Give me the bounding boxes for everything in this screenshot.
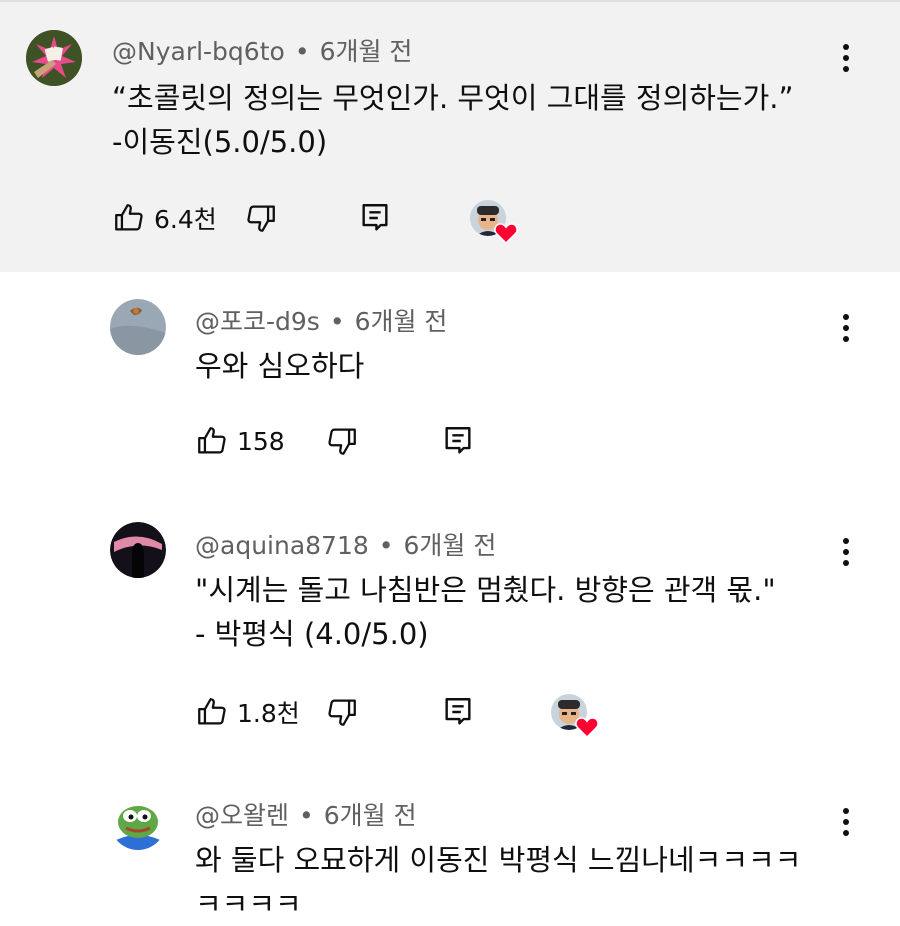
creator-heart-badge (470, 200, 518, 244)
comment-line: ㅋㅋㅋㅋ (195, 887, 302, 921)
comment-actions: 6.4천 (112, 196, 532, 244)
comment-time: 6개월 전 (319, 37, 413, 66)
reply-button[interactable] (441, 419, 475, 463)
dislike-button[interactable] (325, 690, 359, 734)
dislike-button[interactable] (325, 419, 359, 463)
thumb-down-icon (247, 205, 275, 232)
like-button[interactable]: 1.8천 (195, 690, 300, 734)
comment-text: "시계는 돌고 나침반은 멈췄다. 방향은 관객 몫." - 박평식 (4.0/… (195, 568, 776, 656)
comment-time: 6개월 전 (354, 307, 448, 336)
comment-text: “초콜릿의 정의는 무엇인가. 무엇이 그대를 정의하는가.” -이동진(5.0… (112, 76, 794, 164)
comment-actions: 158 (195, 419, 515, 463)
comment-thread-item: @포코-d9s • 6개월 전 우와 심오하다 158 (0, 272, 900, 494)
heart-icon (494, 223, 518, 244)
comment-line: -이동진(5.0/5.0) (112, 125, 328, 159)
meta-separator: • (294, 37, 310, 66)
dislike-button[interactable] (244, 196, 278, 240)
reply-comment-icon (445, 698, 471, 725)
comment-time: 6개월 전 (403, 531, 497, 560)
heart-icon (575, 717, 599, 738)
reply-comment-icon (445, 427, 471, 454)
avatar[interactable] (26, 30, 82, 86)
like-count: 158 (237, 426, 285, 456)
creator-heart-badge (551, 694, 599, 738)
author-name[interactable]: @Nyarl-bq6to (112, 37, 285, 66)
meta-separator: • (329, 307, 345, 336)
comment-line: - 박평식 (4.0/5.0) (195, 617, 429, 651)
comment-time: 6개월 전 (323, 801, 417, 830)
author-name[interactable]: @오왈렌 (195, 801, 289, 830)
comment-line: "시계는 돌고 나침반은 멈췄다. 방향은 관객 몫." (195, 573, 776, 607)
reply-button[interactable] (441, 690, 475, 734)
comment-meta: @포코-d9s • 6개월 전 (195, 302, 447, 338)
avatar[interactable] (110, 794, 166, 850)
thumb-down-icon (328, 699, 356, 726)
thumb-up-icon (115, 204, 143, 231)
like-button[interactable]: 158 (195, 419, 285, 463)
meta-separator: • (378, 531, 394, 560)
comment-meta: @Nyarl-bq6to • 6개월 전 (112, 32, 412, 68)
comment-thread-item: @오왈렌 • 6개월 전 와 둘다 오묘하게 이동진 박평식 느낌나네ㅋㅋㅋㅋ ㅋㅋ… (0, 762, 900, 926)
more-options-button[interactable] (834, 806, 858, 846)
comment-line: 우와 심오하다 (195, 349, 365, 383)
like-button[interactable]: 6.4천 (112, 196, 217, 240)
comment-meta: @aquina8718 • 6개월 전 (195, 526, 496, 562)
avatar[interactable] (110, 522, 166, 578)
more-options-button[interactable] (834, 312, 858, 352)
like-count: 6.4천 (154, 205, 217, 234)
more-options-button[interactable] (834, 536, 858, 576)
avatar[interactable] (110, 299, 166, 355)
comment-line: 와 둘다 오묘하게 이동진 박평식 느낌나네ㅋㅋㅋㅋ (195, 843, 802, 877)
author-name[interactable]: @aquina8718 (195, 531, 369, 560)
author-name[interactable]: @포코-d9s (195, 307, 320, 336)
comment-meta: @오왈렌 • 6개월 전 (195, 796, 417, 832)
reply-button[interactable] (358, 196, 392, 240)
comment-text: 우와 심오하다 (195, 344, 364, 388)
comment-line: “초콜릿의 정의는 무엇인가. 무엇이 그대를 정의하는가.” (112, 81, 794, 115)
comment-thread-item: @Nyarl-bq6to • 6개월 전 “초콜릿의 정의는 무엇인가. 무엇이 그… (0, 2, 900, 272)
comment-text: 와 둘다 오묘하게 이동진 박평식 느낌나네ㅋㅋㅋㅋ ㅋㅋㅋㅋ (195, 838, 801, 926)
thumb-up-icon (198, 427, 226, 454)
like-count: 1.8천 (237, 699, 300, 728)
comment-actions: 1.8천 (195, 690, 615, 738)
thumb-up-icon (198, 698, 226, 725)
comment-thread-item: @aquina8718 • 6개월 전 "시계는 돌고 나침반은 멈췄다. 방향은 … (0, 494, 900, 762)
thumb-down-icon (328, 428, 356, 455)
more-options-button[interactable] (834, 42, 858, 82)
reply-comment-icon (362, 204, 388, 231)
meta-separator: • (299, 801, 314, 830)
